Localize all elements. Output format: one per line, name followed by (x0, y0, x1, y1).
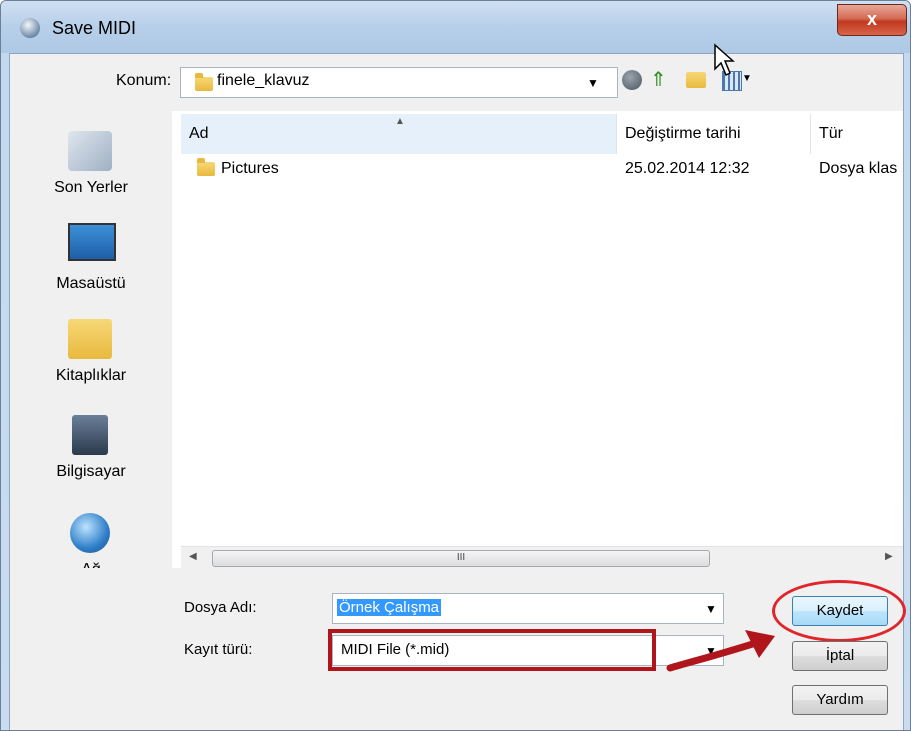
desktop-icon (68, 223, 116, 261)
location-label: Konum: (116, 72, 172, 89)
file-type: Dosya klas (819, 160, 898, 177)
folder-icon (197, 158, 215, 176)
recent-places-icon (68, 131, 112, 171)
up-folder-icon[interactable]: ⇑ (650, 68, 672, 92)
sort-asc-icon: ▲ (395, 116, 405, 127)
annotation-highlight-box (328, 629, 656, 671)
scrollbar-thumb[interactable]: III (212, 550, 710, 567)
computer-icon (72, 415, 108, 455)
column-modified-label: Değiştirme tarihi (625, 125, 741, 142)
location-value: finele_klavuz (217, 72, 310, 89)
view-chevron-icon[interactable]: ▼ (742, 73, 752, 84)
annotation-circle (772, 580, 906, 642)
chevron-down-icon[interactable]: ▼ (705, 602, 717, 616)
filetype-label: Kayıt türü: (184, 641, 253, 658)
save-options-panel: Dosya Adı: Örnek Çalışma ▼ Kayıt türü: M… (10, 568, 906, 730)
scroll-left-icon[interactable]: ◀ (189, 551, 197, 562)
dialog-body: Konum: finele_klavuz ▼ ⇑ ▼ Son Yerler Ma… (9, 53, 906, 730)
mouse-cursor-icon (714, 43, 735, 77)
cancel-button[interactable]: İptal (792, 641, 888, 671)
horizontal-scrollbar[interactable]: ◀ III ▶ (181, 546, 903, 569)
location-bar: Konum: finele_klavuz ▼ ⇑ ▼ (10, 54, 903, 111)
location-dropdown[interactable]: finele_klavuz ▼ (180, 67, 618, 98)
annotation-arrow-icon (666, 630, 775, 672)
new-folder-icon[interactable] (686, 72, 706, 88)
filename-label: Dosya Adı: (184, 599, 257, 616)
folder-icon (195, 73, 213, 91)
column-header-type[interactable]: Tür (811, 114, 903, 154)
place-label: Masaüstü (56, 275, 126, 292)
libraries-icon (68, 319, 112, 359)
back-icon[interactable] (622, 70, 642, 90)
close-button[interactable]: x (837, 4, 907, 36)
save-dialog-window: Save MIDI x Konum: finele_klavuz ▼ ⇑ ▼ S… (0, 0, 911, 731)
column-header-modified[interactable]: Değiştirme tarihi (617, 114, 811, 154)
filename-input[interactable]: Örnek Çalışma ▼ (332, 593, 724, 624)
thumb-grip: III (456, 552, 466, 563)
file-modified: 25.02.2014 12:32 (625, 160, 750, 177)
place-label: Son Yerler (54, 179, 128, 196)
scroll-right-icon[interactable]: ▶ (885, 551, 893, 562)
network-icon (70, 513, 110, 553)
file-name: Pictures (221, 160, 279, 177)
place-label: Kitaplıklar (55, 367, 127, 384)
title-bar[interactable]: Save MIDI x (1, 1, 910, 53)
file-list[interactable]: Ad ▲ Değiştirme tarihi Tür Pictures 25.0… (181, 114, 903, 592)
place-label: Bilgisayar (56, 463, 126, 480)
app-icon (20, 18, 40, 38)
column-header-name[interactable]: Ad ▲ (181, 114, 617, 154)
chevron-down-icon[interactable]: ▼ (587, 76, 599, 90)
window-title: Save MIDI (52, 18, 137, 38)
help-button[interactable]: Yardım (792, 685, 888, 715)
column-name-label: Ad (189, 125, 209, 142)
filename-value: Örnek Çalışma (337, 599, 442, 616)
column-type-label: Tür (819, 125, 843, 142)
